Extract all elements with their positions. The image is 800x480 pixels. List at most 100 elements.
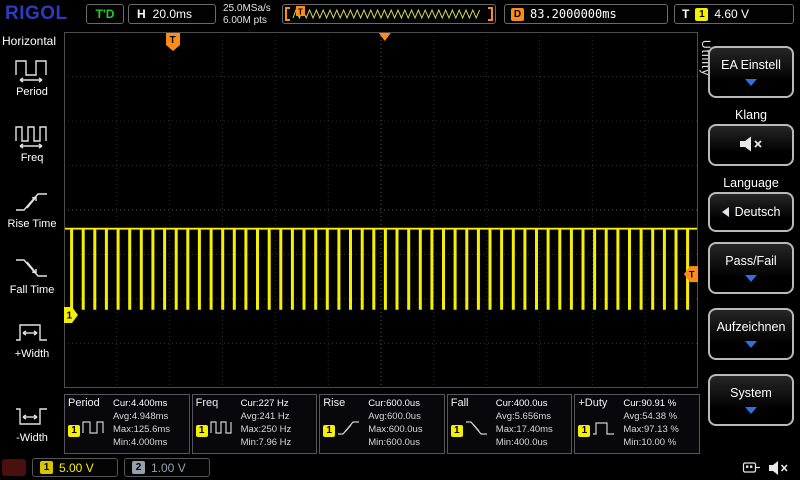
menu-button-aufzeichnen[interactable]: Aufzeichnen xyxy=(708,308,794,360)
measurement-avg: Avg:241 Hz xyxy=(241,410,314,423)
left-menu-item-rise-time[interactable]: Rise Time xyxy=(0,188,64,230)
rigol-logo: RIGOL xyxy=(5,3,68,25)
chevron-down-icon xyxy=(745,275,757,282)
delay-badge: D xyxy=(511,8,524,21)
measurement-min: Min:600.0us xyxy=(368,436,441,449)
acquisition-info: 25.0MSa/s 6.00M pts xyxy=(223,3,271,27)
period-measure-icon xyxy=(82,418,106,443)
measurement-max: Max:125.6ms xyxy=(113,423,186,436)
channel-badge: 1 xyxy=(196,425,208,437)
left-menu-item-fall-time[interactable]: Fall Time xyxy=(0,254,64,296)
measurement-panel-period[interactable]: Period 1 Cur:4.400ms Avg:4.948ms Max:125… xyxy=(64,394,190,454)
chevron-down-icon xyxy=(745,407,757,414)
trigger-status-badge[interactable]: T'D xyxy=(86,4,124,24)
trigger-status-text: T'D xyxy=(96,7,115,21)
memory-trigger-marker: T xyxy=(296,6,305,17)
channel-badge: 1 xyxy=(451,425,463,437)
fall-measure-icon xyxy=(465,418,489,443)
measurement-name: Period xyxy=(68,397,113,409)
left-menu-label: -Width xyxy=(16,432,48,444)
menu-button-language[interactable]: Deutsch xyxy=(708,192,794,232)
left-menu-item-plus-width[interactable]: +Width xyxy=(0,318,64,360)
memory-waveform-icon: T xyxy=(283,5,495,23)
measurement-min: Min:4.000ms xyxy=(113,436,186,449)
ch1-offset-marker: 1 xyxy=(64,307,78,323)
trigger-label: T xyxy=(682,7,689,21)
channel-2-box[interactable]: 2 1.00 V xyxy=(124,458,210,477)
svg-text:1: 1 xyxy=(67,311,73,322)
channel-badge: 1 xyxy=(323,425,335,437)
left-menu-label: Period xyxy=(16,86,48,98)
svg-text:T: T xyxy=(689,270,695,280)
menu-button-label: System xyxy=(730,386,772,400)
left-menu-item-minus-width[interactable]: -Width xyxy=(0,402,64,444)
horizontal-scale-value: 20.0ms xyxy=(153,7,192,21)
rise-time-icon xyxy=(14,188,50,216)
menu-button-ea-einstell[interactable]: EA Einstell xyxy=(708,46,794,98)
measurement-panel-plus-duty[interactable]: +Duty 1 Cur:90.91 % Avg:54.38 % Max:97.1… xyxy=(574,394,700,454)
measurement-max: Max:250 Hz xyxy=(241,423,314,436)
plus-duty-measure-icon xyxy=(592,418,616,443)
oscilloscope-screen: RIGOL T'D H 20.0ms 25.0MSa/s 6.00M pts T… xyxy=(0,0,800,480)
channel-1-box[interactable]: 1 5.00 V xyxy=(32,458,118,477)
left-menu-label: +Width xyxy=(15,348,50,360)
menu-button-label: Aufzeichnen xyxy=(717,320,786,334)
chevron-down-icon xyxy=(745,341,757,348)
measurement-cur: Cur:227 Hz xyxy=(241,397,314,410)
sample-rate: 25.0MSa/s xyxy=(223,3,271,15)
left-menu-item-freq[interactable]: Freq xyxy=(0,122,64,164)
measurement-name: Rise xyxy=(323,397,368,409)
measurement-panel-rise[interactable]: Rise 1 Cur:600.0us Avg:600.0us Max:600.0… xyxy=(319,394,445,454)
measurement-min: Min:10.00 % xyxy=(623,436,696,449)
left-menu-label: Rise Time xyxy=(8,218,57,230)
horizontal-label: H xyxy=(137,7,146,21)
measurement-max: Max:97.13 % xyxy=(623,423,696,436)
language-value: Deutsch xyxy=(735,205,781,219)
measurement-max: Max:600.0us xyxy=(368,423,441,436)
menu-button-system[interactable]: System xyxy=(708,374,794,426)
memory-position-indicator[interactable]: T xyxy=(282,4,496,24)
freq-measure-icon xyxy=(210,418,234,443)
menu-button-label: Pass/Fail xyxy=(725,254,776,268)
measurement-max: Max:17.40ms xyxy=(496,423,569,436)
measurement-avg: Avg:54.38 % xyxy=(623,410,696,423)
minus-width-icon xyxy=(14,402,50,430)
delay-box[interactable]: D 83.2000000ms xyxy=(504,4,668,24)
status-bar: RIGOL T'D H 20.0ms 25.0MSa/s 6.00M pts T… xyxy=(0,0,800,30)
menu-button-pass-fail[interactable]: Pass/Fail xyxy=(708,242,794,294)
svg-text:T: T xyxy=(298,8,303,17)
record-indicator xyxy=(2,459,26,476)
waveform-display[interactable]: 1 T T xyxy=(64,32,698,388)
measurement-panel-freq[interactable]: Freq 1 Cur:227 Hz Avg:241 Hz Max:250 Hz … xyxy=(192,394,318,454)
measurement-min: Min:7.96 Hz xyxy=(241,436,314,449)
period-icon xyxy=(14,56,50,84)
left-menu-label: Freq xyxy=(21,152,44,164)
freq-icon xyxy=(14,122,50,150)
left-menu-item-period[interactable]: Period xyxy=(0,56,64,98)
channel-badge: 1 xyxy=(68,425,80,437)
measurement-name: +Duty xyxy=(578,397,623,409)
menu-label-klang: Klang xyxy=(708,108,794,122)
channel-2-scale: 1.00 V xyxy=(151,461,186,475)
measurement-cur: Cur:4.400ms xyxy=(113,397,186,410)
measurement-cur: Cur:90.91 % xyxy=(623,397,696,410)
delay-value: 83.2000000ms xyxy=(530,7,617,21)
trigger-delay-flag: T xyxy=(166,33,180,51)
measurement-cur: Cur:600.0us xyxy=(368,397,441,410)
trigger-box[interactable]: T 1 4.60 V xyxy=(674,4,794,24)
measurement-panel-fall[interactable]: Fall 1 Cur:400.0us Avg:5.656ms Max:17.40… xyxy=(447,394,573,454)
bottom-bar: 1 5.00 V 2 1.00 V xyxy=(0,456,800,480)
menu-button-klang[interactable] xyxy=(708,124,794,166)
channel-1-scale: 5.00 V xyxy=(59,461,94,475)
chevron-left-icon xyxy=(722,207,729,217)
chevron-down-icon xyxy=(745,79,757,86)
measurement-name: Freq xyxy=(196,397,241,409)
left-menu-label: Fall Time xyxy=(10,284,55,296)
fall-time-icon xyxy=(14,254,50,282)
menu-label-language: Language xyxy=(708,176,794,190)
channel-badge: 1 xyxy=(578,425,590,437)
usb-icon xyxy=(742,460,762,480)
horizontal-scale-box[interactable]: H 20.0ms xyxy=(128,4,216,24)
measurement-bar: Period 1 Cur:4.400ms Avg:4.948ms Max:125… xyxy=(64,394,700,454)
measurement-avg: Avg:600.0us xyxy=(368,410,441,423)
